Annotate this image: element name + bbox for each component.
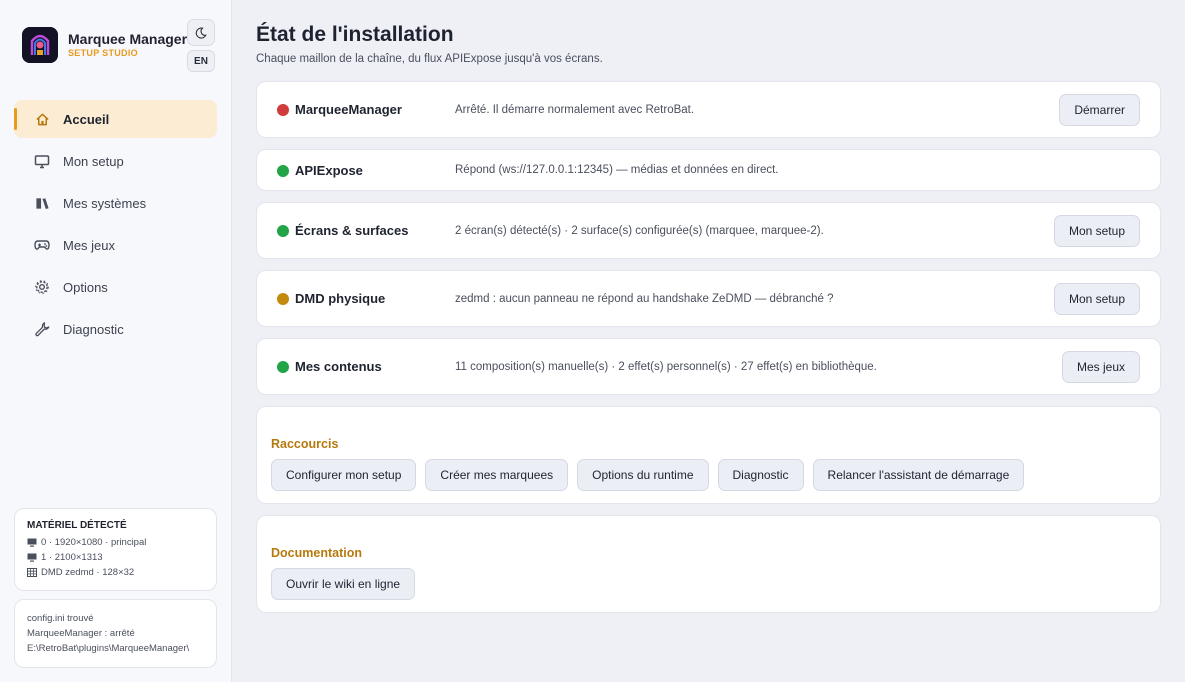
language-toggle-button[interactable]: EN (187, 50, 215, 72)
systems-icon (34, 195, 50, 211)
status-dot (277, 225, 289, 237)
status-row-dmd-physique: DMD physique zedmd : aucun panneau ne ré… (256, 270, 1161, 327)
sidebar: Marquee Manager SETUP STUDIO EN Accueil … (0, 0, 232, 682)
hardware-title: MATÉRIEL DÉTECTÉ (27, 520, 127, 531)
sidebar-item-options[interactable]: Options (14, 268, 217, 306)
brand: Marquee Manager SETUP STUDIO (22, 27, 187, 63)
status-name: MarqueeManager (295, 102, 402, 117)
sidebar-item-mes-systemes[interactable]: Mes systèmes (14, 184, 217, 222)
sidebar-item-diagnostic[interactable]: Diagnostic (14, 310, 217, 348)
page-subtitle: Chaque maillon de la chaîne, du flux API… (256, 53, 603, 65)
sidebar-item-label: Accueil (63, 111, 110, 127)
sidebar-item-mon-setup[interactable]: Mon setup (14, 142, 217, 180)
config-line: MarqueeManager : arrêté (27, 628, 135, 639)
status-dot (277, 293, 289, 305)
status-name: Mes contenus (295, 359, 382, 374)
status-dot (277, 104, 289, 116)
mon-setup-button[interactable]: Mon setup (1053, 215, 1140, 247)
sidebar-nav: Accueil Mon setup Mes systèmes Mes jeux … (14, 100, 217, 352)
app-logo-icon (22, 27, 58, 63)
hardware-line: 0 · 1920×1080 · principal (27, 535, 204, 550)
start-button[interactable]: Démarrer (1059, 94, 1140, 126)
sidebar-item-label: Mon setup (63, 153, 124, 169)
sidebar-item-label: Diagnostic (63, 321, 124, 337)
page-title: État de l'installation (256, 23, 454, 46)
mes-jeux-button[interactable]: Mes jeux (1061, 351, 1140, 383)
status-description: zedmd : aucun panneau ne répond au hands… (455, 293, 834, 305)
sidebar-item-label: Mes systèmes (63, 195, 147, 211)
restart-wizard-button[interactable]: Relancer l'assistant de démarrage (812, 459, 1025, 491)
status-dot (277, 361, 289, 373)
screen-icon (27, 538, 37, 547)
app-title: Marquee Manager (68, 31, 188, 47)
status-description: 11 composition(s) manuelle(s) · 2 effet(… (455, 361, 877, 373)
open-wiki-button[interactable]: Ouvrir le wiki en ligne (271, 568, 416, 600)
config-card: config.ini trouvé MarqueeManager : arrêt… (14, 599, 217, 668)
create-marquees-button[interactable]: Créer mes marquees (425, 459, 569, 491)
sidebar-item-accueil[interactable]: Accueil (14, 100, 217, 138)
status-row-ecrans-surfaces: Écrans & surfaces 2 écran(s) détecté(s) … (256, 202, 1161, 259)
screen-icon (27, 553, 37, 562)
runtime-options-button[interactable]: Options du runtime (577, 459, 709, 491)
configure-setup-button[interactable]: Configurer mon setup (271, 459, 417, 491)
wrench-icon (34, 321, 50, 337)
hardware-line: DMD zedmd · 128×32 (27, 565, 204, 580)
status-name: DMD physique (295, 291, 386, 306)
shortcuts-card: Raccourcis Configurer mon setup Créer me… (256, 406, 1161, 504)
documentation-title: Documentation (271, 546, 362, 560)
theme-toggle-button[interactable] (187, 19, 215, 46)
moon-icon (195, 27, 207, 39)
home-icon (34, 111, 50, 127)
dmd-grid-icon (27, 568, 37, 577)
sidebar-item-label: Mes jeux (63, 237, 116, 253)
status-row-apiexpose: APIExpose Répond (ws://127.0.0.1:12345) … (256, 149, 1161, 191)
status-dot (277, 165, 289, 177)
gamepad-icon (34, 237, 50, 253)
shortcuts-title: Raccourcis (271, 437, 339, 451)
hardware-line: 1 · 2100×1313 (27, 550, 204, 565)
diagnostic-button[interactable]: Diagnostic (717, 459, 804, 491)
status-description: Arrêté. Il démarre normalement avec Retr… (455, 104, 695, 116)
status-description: 2 écran(s) détecté(s) · 2 surface(s) con… (455, 225, 824, 237)
hardware-card: MATÉRIEL DÉTECTÉ 0 · 1920×1080 · princip… (14, 508, 217, 591)
status-row-mes-contenus: Mes contenus 11 composition(s) manuelle(… (256, 338, 1161, 395)
status-row-marqueemanager: MarqueeManager Arrêté. Il démarre normal… (256, 81, 1161, 138)
app-subtitle: SETUP STUDIO (68, 48, 138, 58)
config-path: E:\RetroBat\plugins\MarqueeManager\ (27, 643, 190, 654)
status-name: APIExpose (295, 163, 363, 178)
gear-icon (34, 279, 50, 295)
config-line: config.ini trouvé (27, 613, 94, 624)
sidebar-item-label: Options (63, 279, 108, 295)
mon-setup-button[interactable]: Mon setup (1053, 283, 1140, 315)
monitor-icon (34, 153, 50, 169)
status-description: Répond (ws://127.0.0.1:12345) — médias e… (455, 164, 779, 176)
documentation-card: Documentation Ouvrir le wiki en ligne (256, 515, 1161, 613)
sidebar-item-mes-jeux[interactable]: Mes jeux (14, 226, 217, 264)
status-name: Écrans & surfaces (295, 223, 409, 238)
